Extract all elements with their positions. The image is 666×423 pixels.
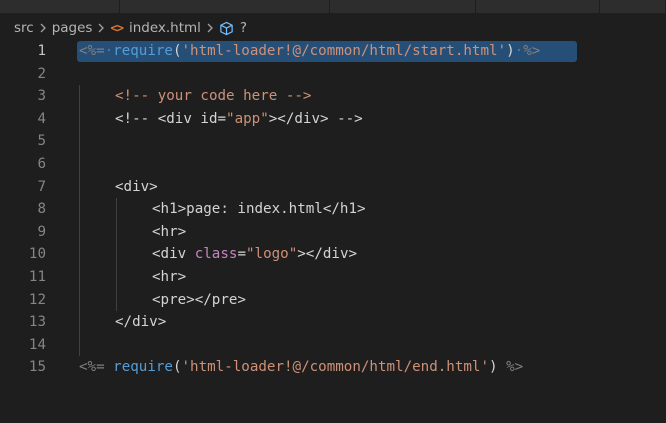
breadcrumb-file[interactable]: index.html xyxy=(129,20,201,36)
code-line-15[interactable]: 15 <%= require('html-loader!@/common/htm… xyxy=(0,356,666,379)
tab-5[interactable] xyxy=(600,0,666,13)
breadcrumb: src pages <> index.html ? xyxy=(0,17,666,39)
line-content: <!-- <div id="app"></div> --> xyxy=(115,110,363,127)
line-number: 10 xyxy=(28,246,46,263)
code-line-7[interactable]: 7 <div> xyxy=(0,176,666,199)
line-content: <!-- your code here --> xyxy=(115,88,312,105)
line-number: 1 xyxy=(37,43,46,59)
line-number: 14 xyxy=(28,336,46,353)
code-line-13[interactable]: 13 </div> xyxy=(0,311,666,334)
code-line-12[interactable]: 12 <pre></pre> xyxy=(0,289,666,312)
breadcrumb-pages[interactable]: pages xyxy=(52,20,93,36)
code-line-9[interactable]: 9 <hr> xyxy=(0,221,666,244)
code-line-3[interactable]: 3 <!-- your code here --> xyxy=(0,85,666,108)
tab-strip xyxy=(0,0,666,13)
tab-2[interactable] xyxy=(120,0,330,13)
code-line-1[interactable]: 1 <%=·require('html-loader!@/common/html… xyxy=(0,40,666,63)
line-content: <div> xyxy=(115,178,158,195)
line-content: </div> xyxy=(115,314,167,331)
line-number: 2 xyxy=(37,65,46,82)
line-content: <hr> xyxy=(152,269,187,285)
line-number: 4 xyxy=(37,110,46,127)
line-number: 8 xyxy=(37,201,46,218)
line-number: 13 xyxy=(28,314,46,331)
chevron-right-icon xyxy=(39,23,47,33)
line-content: <%=·require('html-loader!@/common/html/s… xyxy=(79,43,541,59)
code-line-5[interactable]: 5 xyxy=(0,130,666,153)
breadcrumb-symbol[interactable]: ? xyxy=(240,20,247,36)
code-line-11[interactable]: 11 <hr> xyxy=(0,266,666,289)
tab-1[interactable] xyxy=(0,0,120,13)
chevron-right-icon xyxy=(97,23,105,33)
line-content: <pre></pre> xyxy=(152,291,246,308)
line-number: 3 xyxy=(37,88,46,105)
tab-4[interactable] xyxy=(476,0,600,13)
line-number: 6 xyxy=(37,156,46,172)
code-line-6[interactable]: 6 xyxy=(0,153,666,176)
code-line-8[interactable]: 8 <h1>page: index.html</h1> xyxy=(0,198,666,221)
line-number: 7 xyxy=(37,178,46,195)
line-content: <hr> xyxy=(152,223,187,240)
line-content: <div class="logo"></div> xyxy=(152,246,358,263)
line-number: 15 xyxy=(28,359,46,376)
symbol-cube-icon xyxy=(219,21,234,36)
editor-window: src pages <> index.html ? 1 <%=·require(… xyxy=(0,0,666,423)
code-line-4[interactable]: 4 <!-- <div id="app"></div> --> xyxy=(0,108,666,131)
tab-3[interactable] xyxy=(330,0,476,13)
code-line-14[interactable]: 14 xyxy=(0,334,666,357)
line-number: 5 xyxy=(37,133,46,150)
html-file-icon: <> xyxy=(110,21,123,35)
line-number: 11 xyxy=(28,269,46,285)
line-content: <h1>page: index.html</h1> xyxy=(152,201,366,218)
line-number: 9 xyxy=(37,223,46,240)
code-line-10[interactable]: 10 <div class="logo"></div> xyxy=(0,243,666,266)
chevron-right-icon xyxy=(206,23,214,33)
code-line-2[interactable]: 2 xyxy=(0,63,666,86)
breadcrumb-src[interactable]: src xyxy=(14,20,34,36)
line-number: 12 xyxy=(28,291,46,308)
line-content: <%= require('html-loader!@/common/html/e… xyxy=(79,359,524,376)
code-editor[interactable]: 1 <%=·require('html-loader!@/common/html… xyxy=(0,40,666,423)
